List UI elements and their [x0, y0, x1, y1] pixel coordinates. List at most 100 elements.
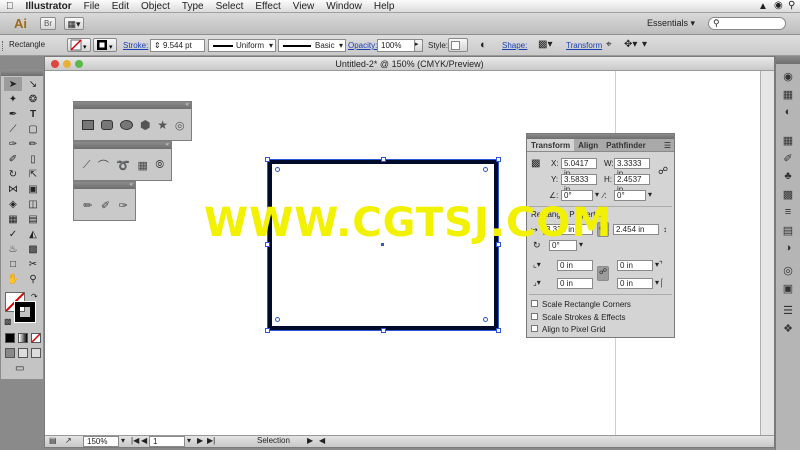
y-field[interactable]: 3.5833 in	[561, 174, 597, 194]
menu-object[interactable]: Object	[135, 0, 176, 13]
rectangle-tool-icon[interactable]: ▢	[24, 122, 42, 136]
draw-normal-button[interactable]	[5, 348, 15, 358]
appearance-panel-icon[interactable]: ◐	[780, 104, 796, 120]
vertical-scrollbar[interactable]	[760, 71, 774, 435]
constrain-proportions-icon[interactable]: ☍	[658, 166, 668, 177]
rectangle-tool-icon[interactable]	[82, 120, 95, 130]
selection-tool-icon[interactable]: ➤	[4, 77, 22, 91]
corner-type-icon[interactable]: ⌞▾	[533, 260, 541, 269]
opacity-dropdown[interactable]: ▸	[414, 39, 423, 52]
star-tool-icon[interactable]: ★	[157, 118, 168, 132]
swatches-panel-icon[interactable]: ▦	[780, 132, 796, 148]
isolate-icon[interactable]: ⌖	[606, 39, 612, 50]
artboard-nav-icon[interactable]: ▤	[49, 436, 57, 445]
last-artboard-icon[interactable]: ▶|	[207, 436, 215, 445]
scale-strokes-checkbox[interactable]	[531, 313, 538, 320]
scroll-left-icon[interactable]: ◀	[319, 436, 325, 445]
fill-swatch[interactable]: ▾	[67, 38, 91, 52]
w-field[interactable]: 3.3333 in	[614, 158, 650, 178]
chevron-down-icon[interactable]: ▾	[595, 190, 599, 199]
corner-widget[interactable]	[483, 317, 488, 322]
menu-edit[interactable]: Edit	[106, 0, 135, 13]
brushes-panel-icon[interactable]: ✐	[780, 150, 796, 166]
previous-artboard-icon[interactable]: ◀	[141, 436, 147, 445]
transform-panel-link[interactable]: Transform	[566, 41, 602, 50]
shape-builder-tool-icon[interactable]: ◈	[4, 197, 22, 211]
shear-field[interactable]: 0°	[614, 190, 646, 201]
zoom-tool-icon[interactable]: ⚲	[24, 272, 42, 286]
corner-radius-br[interactable]: 0 in	[617, 278, 653, 289]
rectangular-grid-tool-icon[interactable]: ▦	[138, 159, 148, 172]
perspective-grid-tool-icon[interactable]: ◫	[24, 197, 42, 211]
lasso-tool-icon[interactable]: ❂	[24, 92, 42, 106]
graphic-styles-icon[interactable]: ▩	[780, 186, 796, 202]
graphic-style-icon[interactable]: ▣	[780, 280, 796, 296]
free-transform-tool-icon[interactable]: ▣	[24, 182, 42, 196]
align-pixel-grid-checkbox[interactable]	[531, 325, 538, 332]
zoom-window-icon[interactable]	[75, 60, 83, 68]
brush-definition[interactable]: Basic ▾	[278, 39, 346, 52]
mesh-tool-icon[interactable]: ▦	[4, 212, 22, 226]
corner-widget[interactable]	[275, 317, 280, 322]
artboard-tool-icon[interactable]: □	[4, 257, 22, 271]
reference-point-icon[interactable]: ✥▾	[624, 39, 637, 50]
status-menu-icon[interactable]: ▶	[307, 436, 313, 445]
corner-radius-tl[interactable]: 0 in	[557, 260, 593, 271]
gradient-tool-icon[interactable]: ▤	[24, 212, 42, 226]
corner-widget[interactable]	[483, 167, 488, 172]
corner-radius-bl[interactable]: 0 in	[557, 278, 593, 289]
apple-menu-icon[interactable]: 	[0, 0, 20, 13]
gradient-mode-button[interactable]	[18, 333, 28, 343]
chevron-down-icon[interactable]: ▾	[648, 190, 652, 199]
minimize-window-icon[interactable]	[63, 60, 71, 68]
transparency-panel-icon[interactable]: ◑	[780, 240, 796, 256]
tab-transform[interactable]: Transform	[527, 139, 575, 151]
swap-fill-stroke-icon[interactable]: ↷	[31, 292, 38, 301]
bridge-button[interactable]: Br	[40, 17, 56, 30]
draw-inside-button[interactable]	[31, 348, 41, 358]
resize-handle[interactable]	[265, 157, 270, 162]
align-selection-icon[interactable]: ▩▾	[538, 39, 552, 50]
type-tool-icon[interactable]: T	[24, 107, 42, 121]
variable-width-profile[interactable]: Uniform ▾	[208, 39, 276, 52]
resize-handle[interactable]	[496, 157, 501, 162]
rotate-tool-icon[interactable]: ↻	[4, 167, 22, 181]
none-mode-button[interactable]	[31, 333, 41, 343]
polygon-tool-icon[interactable]: ⬢	[140, 118, 150, 132]
symbol-sprayer-tool-icon[interactable]: ♨	[4, 242, 22, 256]
reference-point-locator-icon[interactable]: ▩	[531, 158, 540, 169]
width-tool-icon[interactable]: ⋈	[4, 182, 22, 196]
eraser-tool-icon[interactable]: ▯	[24, 152, 42, 166]
corner-radius-tr[interactable]: 0 in	[617, 260, 653, 271]
zoom-level-field[interactable]: 150%	[83, 436, 119, 447]
scale-corners-checkbox[interactable]	[531, 300, 538, 307]
corner-type-icon[interactable]: ▾⌝	[655, 260, 663, 269]
stroke-panel-link[interactable]: Stroke:	[123, 41, 148, 50]
menu-help[interactable]: Help	[368, 0, 401, 13]
resize-handle[interactable]	[265, 328, 270, 333]
smooth-tool-icon[interactable]: ✐	[101, 199, 110, 212]
direct-selection-tool-icon[interactable]: ↘	[24, 77, 42, 91]
link-corners-button[interactable]: ☍	[597, 266, 609, 281]
pencil-tool-icon[interactable]: ✏	[83, 199, 92, 212]
corner-type-icon[interactable]: ⌟▾	[533, 278, 541, 287]
corner-type-icon[interactable]: ▾⌠	[655, 278, 664, 287]
menu-view[interactable]: View	[287, 0, 321, 13]
menu-illustrator[interactable]: Illustrator	[20, 0, 78, 13]
stroke-color-box[interactable]	[14, 301, 36, 323]
default-fill-stroke-icon[interactable]: ▩	[4, 317, 12, 326]
resize-handle[interactable]	[381, 157, 386, 162]
menu-window[interactable]: Window	[320, 0, 368, 13]
slice-tool-icon[interactable]: ✂	[24, 257, 42, 271]
menu-effect[interactable]: Effect	[249, 0, 286, 13]
pen-tool-icon[interactable]: ✒	[4, 107, 22, 121]
eyedropper-tool-icon[interactable]: ✓	[4, 227, 22, 241]
polar-grid-tool-icon[interactable]: ⦾	[155, 159, 164, 172]
spiral-tool-icon[interactable]: ➰	[116, 159, 130, 172]
artboards-panel-icon[interactable]: ❖	[780, 320, 796, 336]
tab-pathfinder[interactable]: Pathfinder	[602, 139, 650, 151]
h-field[interactable]: 2.4537 in	[614, 174, 650, 194]
stroke-weight-field[interactable]: ⇕ 9.544 pt	[150, 39, 205, 52]
draw-behind-button[interactable]	[18, 348, 28, 358]
flare-tool-icon[interactable]: ◎	[175, 119, 185, 132]
